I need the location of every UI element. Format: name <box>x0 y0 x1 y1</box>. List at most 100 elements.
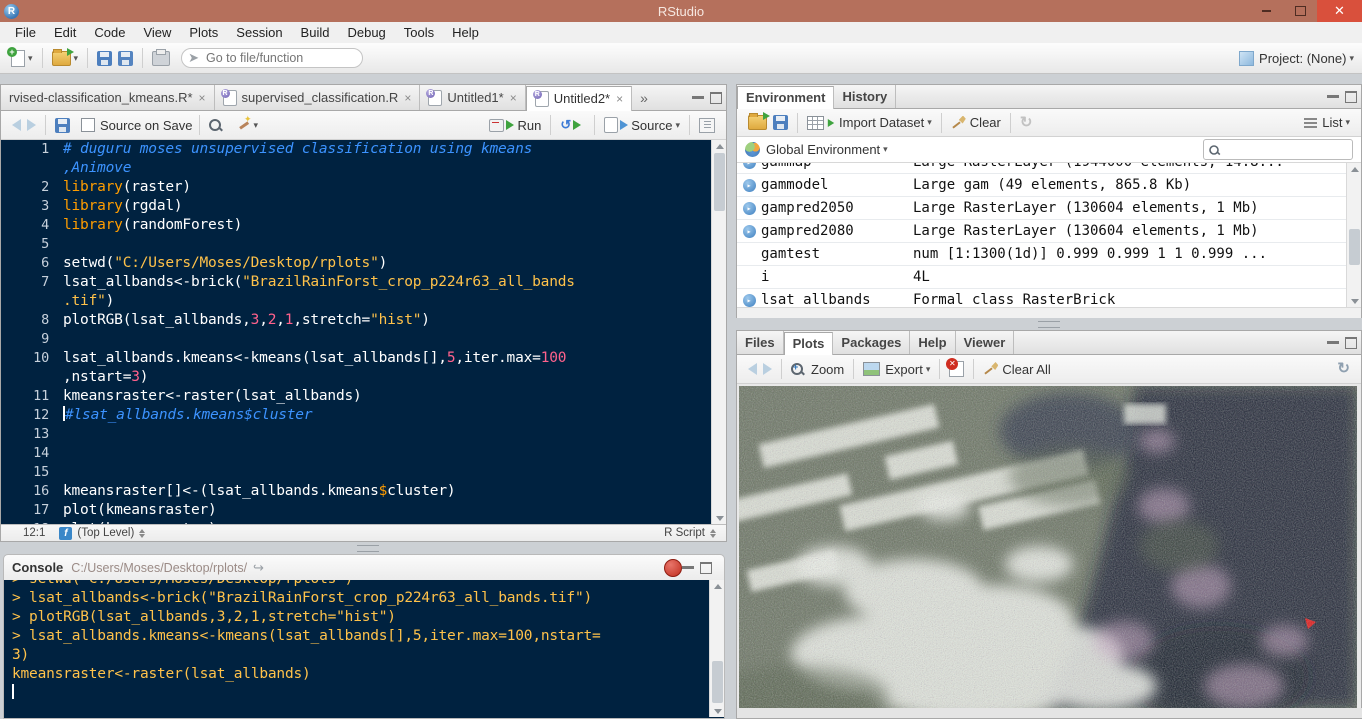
environment-row[interactable]: ▸gampred2080Large RasterLayer (130604 el… <box>737 220 1361 243</box>
menu-help[interactable]: Help <box>443 22 488 43</box>
run-button[interactable]: Run <box>489 118 542 133</box>
tab-close-icon[interactable]: × <box>199 91 206 105</box>
pane-minimize-icon[interactable] <box>1327 95 1339 98</box>
pane-maximize-icon[interactable] <box>1345 91 1357 103</box>
code-line[interactable]: 11kmeansraster<-raster(lsat_allbands) <box>9 387 726 406</box>
environment-vertical-scrollbar[interactable] <box>1346 163 1361 307</box>
environment-scroll-thumb[interactable] <box>1349 229 1360 265</box>
code-line[interactable]: 18plot(kmeansraster) <box>9 520 726 524</box>
menu-debug[interactable]: Debug <box>338 22 394 43</box>
pane-minimize-icon[interactable] <box>1327 341 1339 344</box>
plot-forward-icon[interactable] <box>763 363 772 375</box>
menu-view[interactable]: View <box>134 22 180 43</box>
tab-close-icon[interactable]: × <box>510 91 517 105</box>
restore-button[interactable] <box>1283 0 1317 22</box>
code-line[interactable]: 5 <box>9 235 726 254</box>
environment-row[interactable]: i4L <box>737 266 1361 289</box>
scroll-down-icon[interactable] <box>712 512 726 524</box>
code-line[interactable]: ,Animove <box>9 159 726 178</box>
load-workspace-button[interactable] <box>748 115 767 130</box>
save-all-button[interactable] <box>118 51 133 66</box>
code-line[interactable]: ,nstart=3) <box>9 368 726 387</box>
file-type-label[interactable]: R Script <box>664 527 705 539</box>
list-view-button[interactable]: List▾ <box>1304 115 1350 130</box>
menu-code[interactable]: Code <box>85 22 134 43</box>
code-line[interactable]: 8plotRGB(lsat_allbands,3,2,1,stretch="hi… <box>9 311 726 330</box>
environment-search-box[interactable] <box>1203 139 1353 160</box>
rerun-button[interactable]: ↺ <box>560 117 585 133</box>
editor-tab[interactable]: RUntitled1*× <box>420 85 525 110</box>
source-button[interactable]: Source▾ <box>604 117 680 133</box>
nav-forward-icon[interactable] <box>27 119 36 131</box>
environment-row[interactable]: ▸gammodelLarge gam (49 elements, 865.8 K… <box>737 174 1361 197</box>
editor-tab[interactable]: Rsupervised_classification.R× <box>215 85 421 110</box>
nav-back-icon[interactable] <box>12 119 21 131</box>
print-button[interactable] <box>152 51 170 66</box>
code-line[interactable]: 3library(rgdal) <box>9 197 726 216</box>
code-editor[interactable]: 1# duguru moses unsupervised classificat… <box>1 140 726 524</box>
expand-icon[interactable]: ▸ <box>743 225 756 238</box>
code-line[interactable]: 14 <box>9 444 726 463</box>
scroll-down-icon[interactable] <box>710 705 725 717</box>
stop-icon[interactable] <box>664 559 682 577</box>
clear-all-plots-button[interactable]: Clear All <box>983 362 1050 377</box>
environment-search-input[interactable] <box>1220 142 1334 158</box>
scope-label[interactable]: (Top Level) <box>77 527 134 539</box>
environment-row[interactable]: ▸gampred2050Large RasterLayer (130604 el… <box>737 197 1361 220</box>
remove-plot-button[interactable] <box>949 361 964 377</box>
editor-tab[interactable]: rvised-classification_kmeans.R*× <box>1 85 215 110</box>
scroll-up-icon[interactable] <box>712 140 726 152</box>
pane-maximize-icon[interactable] <box>1345 337 1357 349</box>
env-tab-environment[interactable]: Environment <box>737 86 834 109</box>
console-output[interactable]: > setwd("C:/Users/Moses/Desktop/rplots")… <box>3 580 725 719</box>
tab-close-icon[interactable]: × <box>404 91 411 105</box>
scroll-up-icon[interactable] <box>1347 163 1361 175</box>
plots-tab-help[interactable]: Help <box>910 331 955 354</box>
save-button[interactable] <box>97 51 112 66</box>
menu-edit[interactable]: Edit <box>45 22 85 43</box>
code-tools-icon[interactable]: ▾ <box>237 118 259 132</box>
editor-vertical-scrollbar[interactable] <box>711 140 726 524</box>
expand-icon[interactable]: ▸ <box>743 163 756 169</box>
environment-row[interactable]: gamtestnum [1:1300(1d)] 0.999 0.999 1 1 … <box>737 243 1361 266</box>
new-file-button[interactable]: +▾ <box>11 50 33 67</box>
source-on-save-checkbox[interactable] <box>81 118 95 132</box>
tab-close-icon[interactable]: × <box>616 92 623 106</box>
editor-scroll-thumb[interactable] <box>714 153 725 211</box>
console-goto-dir-icon[interactable]: ↪ <box>253 560 264 576</box>
scroll-up-icon[interactable] <box>710 580 725 592</box>
code-line[interactable]: 16kmeansraster[]<-(lsat_allbands.kmeans$… <box>9 482 726 501</box>
console-scroll-thumb[interactable] <box>712 661 723 703</box>
find-replace-icon[interactable] <box>209 119 221 131</box>
code-line[interactable]: 12#lsat_allbands.kmeans$cluster <box>9 406 726 425</box>
menu-tools[interactable]: Tools <box>395 22 443 43</box>
menu-plots[interactable]: Plots <box>180 22 227 43</box>
clear-environment-button[interactable]: Clear <box>951 115 1001 130</box>
env-tab-history[interactable]: History <box>834 85 896 108</box>
environment-row[interactable]: ▸gammapLarge RasterLayer (1944000 elemen… <box>737 163 1361 174</box>
menu-build[interactable]: Build <box>292 22 339 43</box>
refresh-plot-icon[interactable]: ↻ <box>1337 362 1350 376</box>
code-line[interactable]: 13 <box>9 425 726 444</box>
goto-file-input[interactable] <box>204 50 338 66</box>
console-maximize-icon[interactable] <box>700 562 712 574</box>
plot-back-icon[interactable] <box>748 363 757 375</box>
save-workspace-button[interactable] <box>773 115 788 130</box>
code-line[interactable]: .tif") <box>9 292 726 311</box>
editor-tab[interactable]: RUntitled2*× <box>526 86 632 111</box>
code-line[interactable]: 7lsat_allbands<-brick("BrazilRainForst_c… <box>9 273 726 292</box>
pane-maximize-icon[interactable] <box>710 92 722 104</box>
expand-icon[interactable]: ▸ <box>743 294 756 307</box>
horizontal-splitter[interactable] <box>357 545 379 552</box>
menu-session[interactable]: Session <box>227 22 291 43</box>
minimize-button[interactable] <box>1249 0 1283 22</box>
expand-icon[interactable]: ▸ <box>743 202 756 215</box>
console-minimize-icon[interactable] <box>682 566 694 569</box>
zoom-plot-button[interactable]: Zoom <box>791 362 844 377</box>
console-vertical-scrollbar[interactable] <box>709 580 724 717</box>
close-button[interactable]: ✕ <box>1317 0 1362 22</box>
refresh-environment-icon[interactable]: ↻ <box>1020 116 1033 130</box>
code-line[interactable]: 9 <box>9 330 726 349</box>
plots-tab-viewer[interactable]: Viewer <box>956 331 1015 354</box>
plots-tab-plots[interactable]: Plots <box>784 332 834 355</box>
